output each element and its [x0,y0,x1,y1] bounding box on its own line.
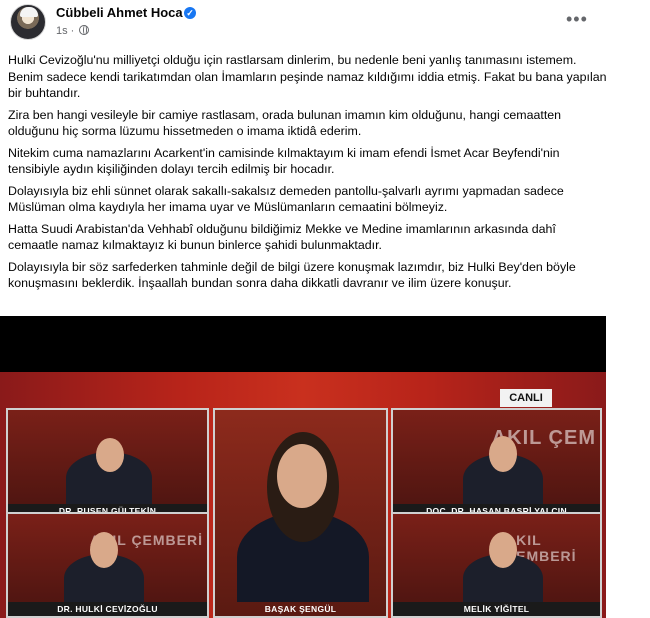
post-video[interactable]: CANLI DR. RUŞEN GÜLTEKİN BAŞAK ŞENGÜL AK… [0,316,606,618]
panelist-head [90,532,118,568]
host-tile: BAŞAK ŞENGÜL [213,408,388,618]
panelist-tile-4: AKIL ÇEMBERİ MELİK YİĞİTEL [391,512,602,618]
avatar-cap [20,7,38,17]
panelist-name: DR. HULKİ CEVİZOĞLU [8,602,207,616]
avatar[interactable] [10,4,46,40]
post-paragraph: Hulki Cevizoğlu'nu milliyetçi olduğu içi… [8,53,607,100]
panelist-name: MELİK YİĞİTEL [393,602,600,616]
post-time[interactable]: 1s [56,25,68,37]
globe-icon [79,25,90,35]
post-paragraph: Nitekim cuma namazlarını Acarkent'in cam… [8,145,560,177]
live-badge: CANLI [500,389,552,407]
author-name[interactable]: Cübbeli Ahmet Hoca [56,5,183,20]
panelist-tile-1: DR. RUŞEN GÜLTEKİN [6,408,209,520]
host-name: BAŞAK ŞENGÜL [264,604,337,614]
panelist-head [489,436,517,472]
post-body: Hulki Cevizoğlu'nu milliyetçi olduğu içi… [8,52,608,297]
panelist-head [489,532,517,568]
verified-badge-icon: ✓ [184,7,196,19]
panelist-tile-3: AKIL ÇEMBERİ DR. HULKİ CEVİZOĞLU [6,512,209,618]
post-paragraph: Dolayısıyla biz ehli sünnet olarak sakal… [8,183,564,215]
more-options-button[interactable]: ••• [566,10,588,28]
panelist-tile-2: AKIL ÇEM DOÇ. DR. HASAN BASRİ YALÇIN [391,408,602,520]
post-header: Cübbeli Ahmet Hoca ✓ 1s · ••• [8,4,608,42]
post-paragraph: Dolayısıyla bir söz sarfederken tahminle… [8,259,576,291]
post-meta: 1s · [56,25,90,37]
panelist-head [96,438,124,472]
host-head [277,444,327,508]
post-paragraph: Zira ben hangi vesileyle bir camiye rast… [8,107,562,139]
post-paragraph: Hatta Suudi Arabistan'da Vehhabî olduğun… [8,221,556,253]
